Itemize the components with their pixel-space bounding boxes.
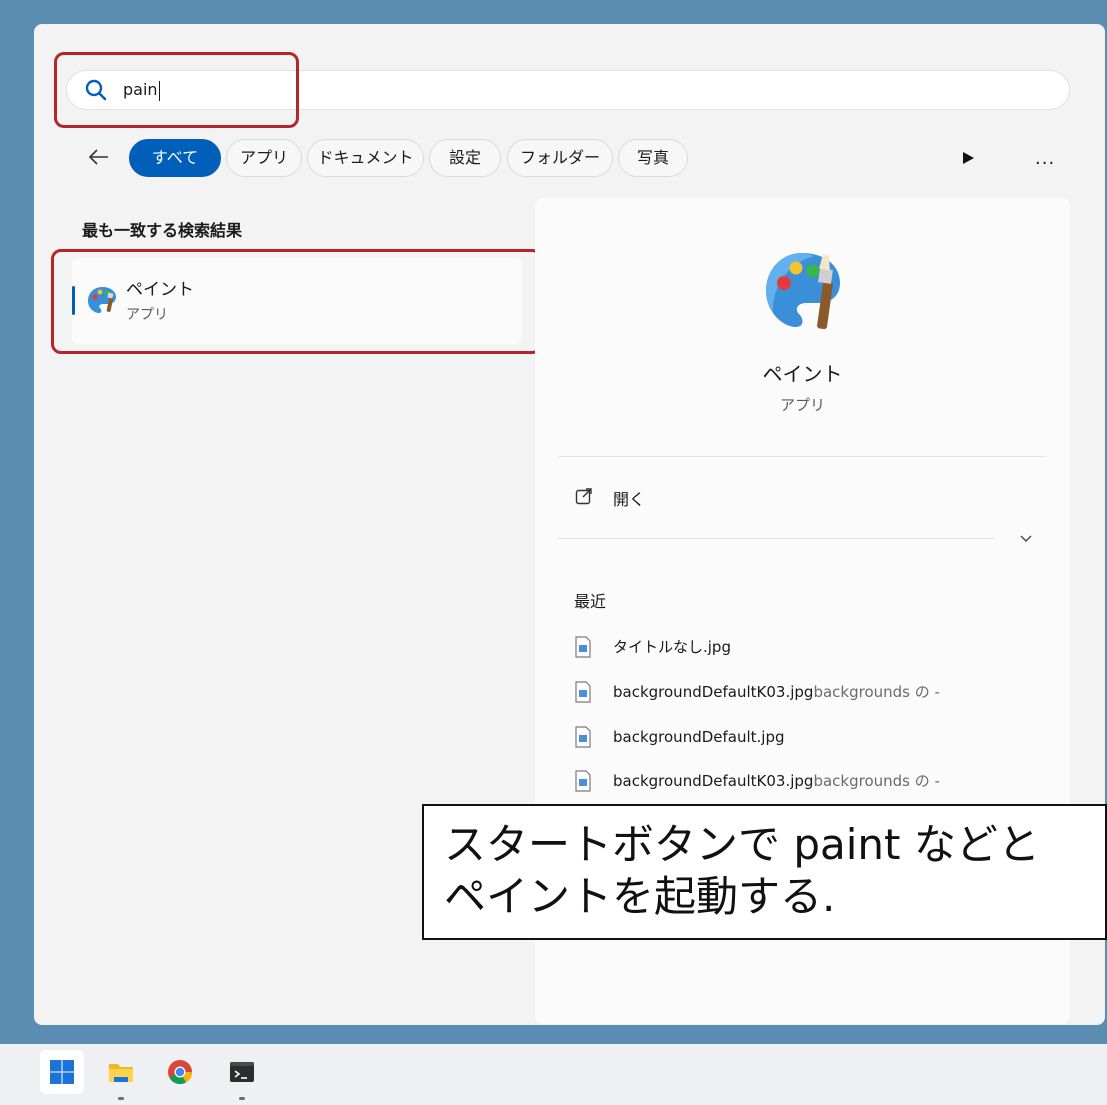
- start-button[interactable]: [40, 1050, 84, 1094]
- chrome-button[interactable]: [158, 1050, 202, 1094]
- recent-file-name: backgroundDefault.jpg: [613, 728, 785, 746]
- open-action[interactable]: 開く: [613, 486, 645, 510]
- file-explorer-button[interactable]: [99, 1050, 143, 1094]
- recent-file-name: backgroundDefaultK03.jpgbackgrounds の -: [613, 772, 940, 790]
- actions-divider: [558, 538, 994, 539]
- terminal-button[interactable]: [220, 1050, 264, 1094]
- folder-icon: [109, 1064, 133, 1082]
- annotation-line-2: ペイントを起動する.: [444, 872, 836, 921]
- chrome-icon: [168, 1060, 192, 1085]
- filter-folders[interactable]: フォルダー: [507, 139, 613, 177]
- terminal-icon: [230, 1062, 254, 1082]
- filter-photos[interactable]: 写真: [618, 139, 688, 177]
- filter-settings[interactable]: 設定: [429, 139, 501, 177]
- image-file-icon: [575, 770, 591, 792]
- annotation-callout: スタートボタンで paint などと ペイントを起動する.: [422, 804, 1107, 940]
- chevron-down-icon[interactable]: [1018, 530, 1034, 546]
- back-arrow-icon[interactable]: [86, 144, 112, 170]
- running-indicator: [239, 1097, 245, 1100]
- windows-logo-icon: [50, 1060, 74, 1084]
- annotation-line-1: スタートボタンで paint などと: [444, 820, 1040, 869]
- detail-app-name: ペイント: [762, 362, 843, 386]
- open-external-icon[interactable]: [574, 486, 594, 506]
- detail-divider: [558, 456, 1046, 457]
- filter-apps[interactable]: アプリ: [226, 139, 302, 177]
- recent-heading: 最近: [574, 592, 607, 611]
- recent-file-name: タイトルなし.jpg: [613, 638, 731, 656]
- more-options-icon[interactable]: ...: [1035, 148, 1055, 169]
- filter-documents[interactable]: ドキュメント: [307, 139, 424, 177]
- best-match-heading: 最も一致する検索結果: [82, 221, 243, 240]
- detail-app-type: アプリ: [779, 396, 825, 414]
- search-highlight-box: [54, 52, 299, 128]
- image-file-icon: [575, 636, 591, 658]
- running-indicator: [118, 1097, 124, 1100]
- paint-app-large-icon: [766, 253, 840, 330]
- image-file-icon: [575, 681, 591, 703]
- play-arrow-icon[interactable]: [960, 150, 976, 166]
- image-file-icon: [575, 726, 591, 748]
- filter-all[interactable]: すべて: [129, 139, 221, 177]
- result-highlight-box: [51, 249, 542, 354]
- recent-file-name: backgroundDefaultK03.jpgbackgrounds の -: [613, 683, 940, 701]
